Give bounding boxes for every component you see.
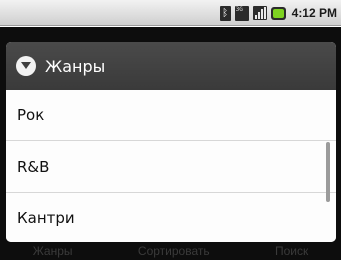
- genres-dialog: Жанры Рок R&B Кантри: [6, 42, 336, 242]
- genre-item-country[interactable]: Кантри: [6, 193, 336, 242]
- genre-item-rock[interactable]: Рок: [6, 90, 336, 141]
- status-bar: ᛒ 3G 4:12 PM: [0, 0, 341, 26]
- background-tab-sort: Сортировать: [137, 244, 210, 258]
- bluetooth-icon: ᛒ: [219, 5, 231, 21]
- signal-icon: [252, 6, 267, 20]
- genre-item-rnb[interactable]: R&B: [6, 141, 336, 193]
- battery-icon: [270, 6, 286, 20]
- network-label: 3G: [235, 5, 243, 13]
- dialog-title: Жанры: [45, 56, 106, 76]
- background-tab-genres: Жанры: [32, 244, 73, 258]
- list-scrollbar[interactable]: [326, 142, 330, 202]
- background-tab-search: Поиск: [275, 244, 309, 258]
- status-time: 4:12 PM: [291, 6, 337, 20]
- 3g-icon: 3G: [234, 5, 249, 21]
- genre-list: Рок R&B Кантри: [6, 90, 336, 242]
- dialog-header: Жанры: [6, 42, 336, 90]
- status-icons: ᛒ 3G 4:12 PM: [219, 5, 337, 21]
- chevron-down-circle-icon: [16, 56, 36, 76]
